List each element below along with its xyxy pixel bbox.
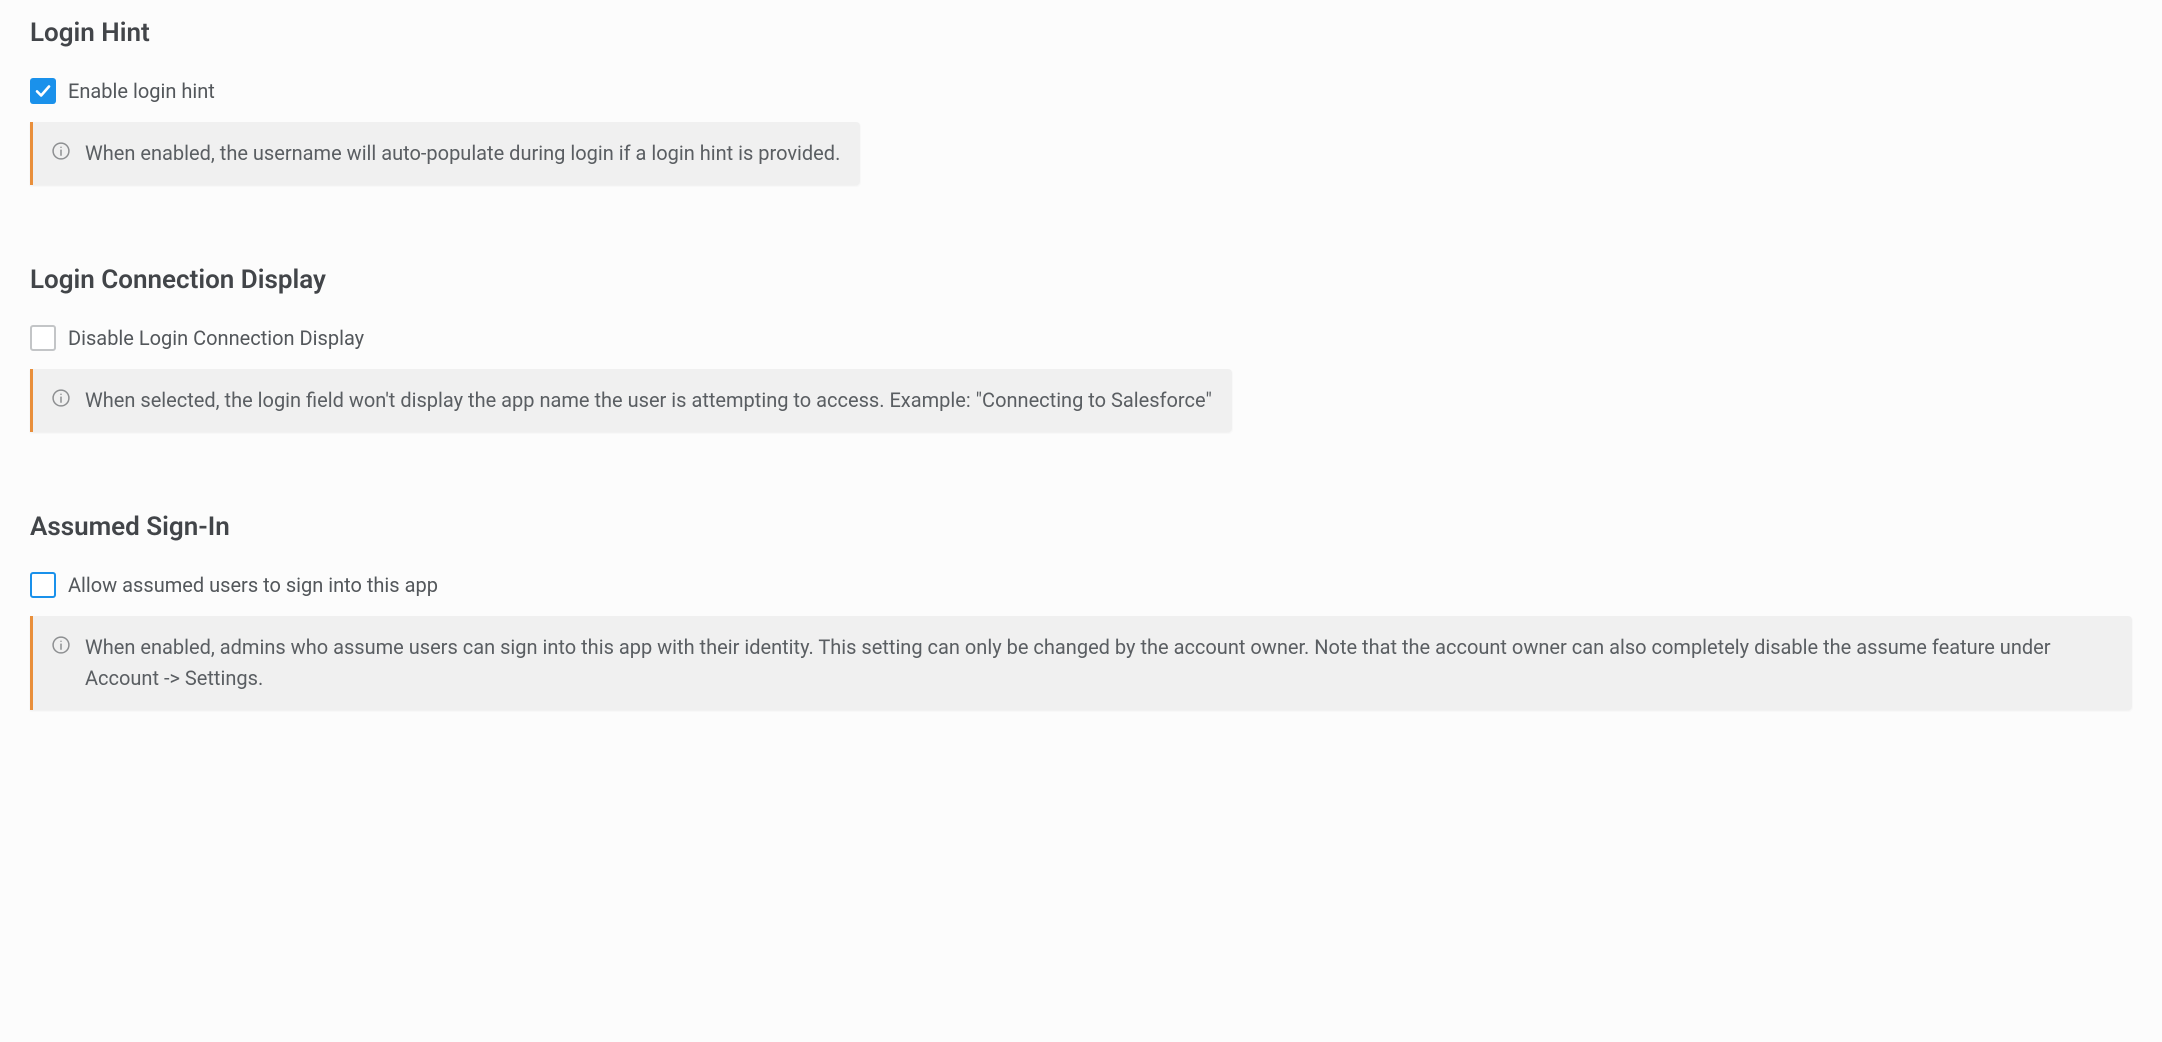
login-connection-title: Login Connection Display [30, 265, 2132, 295]
disable-login-connection-label: Disable Login Connection Display [68, 326, 364, 350]
login-connection-info-banner: When selected, the login field won't dis… [30, 369, 1232, 432]
assumed-signin-info-banner: When enabled, admins who assume users ca… [30, 616, 2132, 710]
assumed-signin-title: Assumed Sign-In [30, 512, 2132, 542]
checkmark-icon [34, 82, 52, 100]
assumed-signin-section: Assumed Sign-In Allow assumed users to s… [30, 512, 2132, 710]
allow-assumed-users-checkbox[interactable] [30, 572, 56, 598]
allow-assumed-users-label: Allow assumed users to sign into this ap… [68, 573, 438, 597]
disable-login-connection-checkbox[interactable] [30, 325, 56, 351]
login-hint-info-text: When enabled, the username will auto-pop… [85, 138, 840, 169]
login-connection-section: Login Connection Display Disable Login C… [30, 265, 2132, 432]
allow-assumed-users-row: Allow assumed users to sign into this ap… [30, 572, 2132, 598]
login-hint-section: Login Hint Enable login hint When enable… [30, 18, 2132, 185]
info-icon [51, 635, 71, 655]
enable-login-hint-row: Enable login hint [30, 78, 2132, 104]
enable-login-hint-checkbox[interactable] [30, 78, 56, 104]
login-connection-info-text: When selected, the login field won't dis… [85, 385, 1212, 416]
info-icon [51, 388, 71, 408]
assumed-signin-info-text: When enabled, admins who assume users ca… [85, 632, 2112, 694]
disable-login-connection-row: Disable Login Connection Display [30, 325, 2132, 351]
login-hint-title: Login Hint [30, 18, 2132, 48]
info-icon [51, 141, 71, 161]
enable-login-hint-label: Enable login hint [68, 79, 215, 103]
login-hint-info-banner: When enabled, the username will auto-pop… [30, 122, 860, 185]
